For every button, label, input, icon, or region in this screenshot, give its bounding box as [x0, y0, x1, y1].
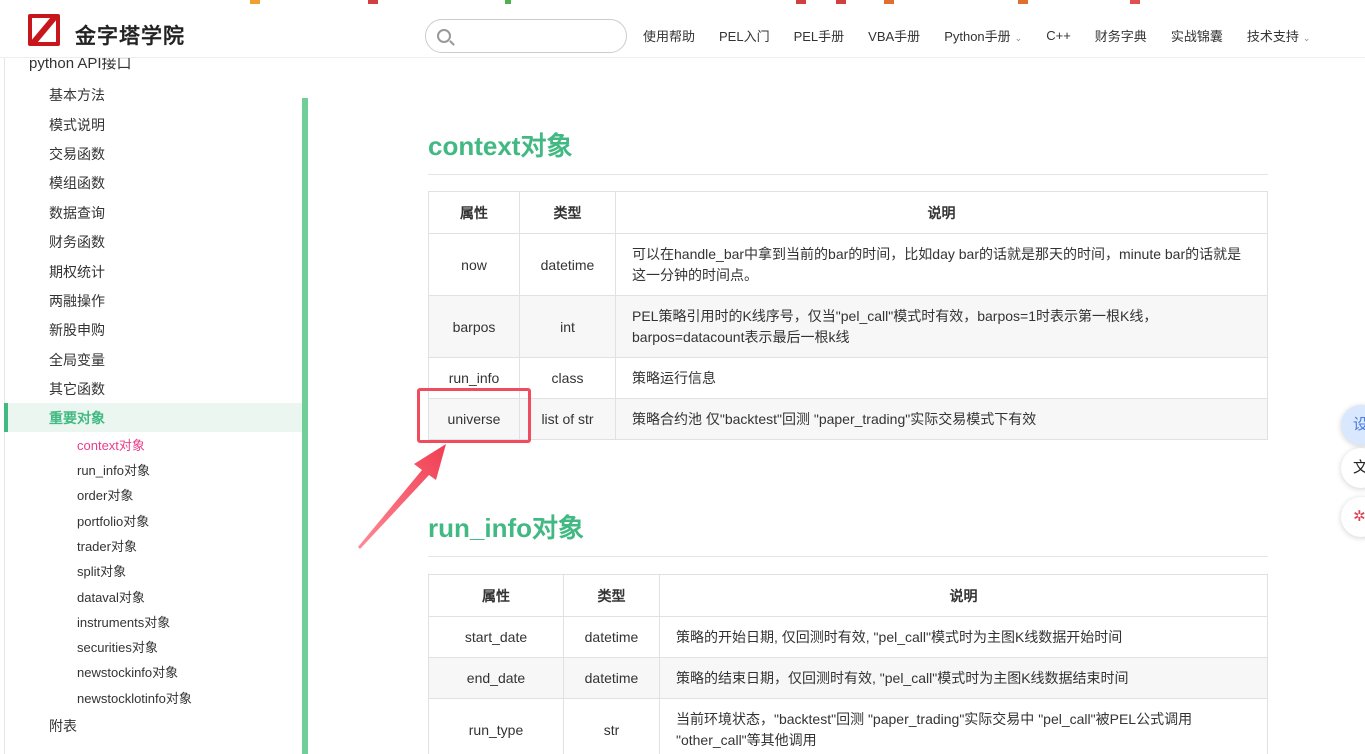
cell-type: datetime [563, 616, 660, 658]
table-header: 属性 [428, 191, 520, 234]
table-row: start_date datetime 策略的开始日期, 仅回测时有效, "pe… [428, 616, 1268, 658]
chevron-down-icon: ⌄ [1014, 32, 1023, 43]
cell-type: class [519, 357, 616, 399]
cell-desc: 策略运行信息 [615, 357, 1268, 399]
table-row: barpos int PEL策略引用时的K线序号，仅当"pel_call"模式时… [428, 295, 1268, 358]
sidebar-subitem-context[interactable]: context对象 [77, 437, 145, 455]
nav-item-python-manual[interactable]: Python手册 ⌄ [932, 26, 1034, 45]
top-header: 金字塔学院 使用帮助 PEL入门 PEL手册 VBA手册 Python手册 ⌄ C… [0, 6, 1365, 58]
cell-type: int [519, 295, 616, 358]
cell-type: list of str [519, 398, 616, 440]
cell-attr: barpos [428, 295, 520, 358]
sidebar-item[interactable]: 交易函数 [49, 144, 105, 164]
nav-item-tips[interactable]: 实战锦囊 [1159, 26, 1235, 45]
divider [428, 174, 1268, 175]
nav-item-cpp[interactable]: C++ [1034, 28, 1083, 43]
sidebar-item[interactable]: 期权统计 [49, 262, 105, 282]
sidebar-subitem[interactable]: securities对象 [77, 639, 158, 657]
table-header: 说明 [659, 574, 1268, 617]
table-row: end_date datetime 策略的结束日期，仅回测时有效, "pel_c… [428, 657, 1268, 699]
sidebar-subitem[interactable]: trader对象 [77, 538, 137, 556]
context-table: 属性 类型 说明 now datetime 可以在handle_bar中拿到当前… [428, 191, 1268, 440]
cell-desc: 策略合约池 仅"backtest"回测 "paper_trading"实际交易模… [615, 398, 1268, 440]
cell-type: datetime [519, 233, 616, 296]
share-icon: ✲ [1353, 508, 1365, 525]
nav-item-finance-dict[interactable]: 财务字典 [1083, 26, 1159, 45]
cell-attr: start_date [428, 616, 564, 658]
cell-type: datetime [563, 657, 660, 699]
sidebar-subitem[interactable]: split对象 [77, 563, 126, 581]
nav-item-vba-manual[interactable]: VBA手册 [856, 26, 932, 45]
table-row: run_info class 策略运行信息 [428, 357, 1268, 399]
cell-attr: now [428, 233, 520, 296]
section-title-context: context对象 [428, 131, 573, 161]
search-input[interactable] [460, 26, 620, 46]
cell-type: str [563, 698, 660, 754]
section-title-run-info: run_info对象 [428, 513, 584, 543]
highlight-box [417, 388, 531, 443]
search-box[interactable] [425, 19, 627, 53]
run-info-table: 属性 类型 说明 start_date datetime 策略的开始日期, 仅回… [428, 574, 1268, 754]
sidebar-subitem[interactable]: instruments对象 [77, 614, 170, 632]
table-header: 属性 [428, 574, 564, 617]
sidebar-item-important-objects[interactable]: 重要对象 [49, 408, 105, 428]
sidebar-item[interactable]: 基本方法 [49, 85, 105, 105]
cell-desc: PEL策略引用时的K线序号，仅当"pel_call"模式时有效，barpos=1… [615, 295, 1268, 358]
cell-attr: end_date [428, 657, 564, 699]
sidebar-item[interactable]: 数据查询 [49, 203, 105, 223]
sidebar-item[interactable]: 模组函数 [49, 173, 105, 193]
sidebar-subitem[interactable]: portfolio对象 [77, 513, 149, 531]
sidebar-subitem[interactable]: newstockinfo对象 [77, 664, 178, 682]
sidebar-item[interactable]: 财务函数 [49, 232, 105, 252]
sidebar-item[interactable]: 模式说明 [49, 115, 105, 135]
sidebar-subitem[interactable]: run_info对象 [77, 462, 150, 480]
table-row: run_type str 当前环境状态，"backtest"回测 "paper_… [428, 698, 1268, 754]
sidebar-subitem[interactable]: order对象 [77, 487, 133, 505]
sidebar: python API接口 基本方法 模式说明 交易函数 模组函数 数据查询 财务… [0, 58, 308, 754]
search-icon [437, 29, 451, 43]
table-row: now datetime 可以在handle_bar中拿到当前的bar的时间，比… [428, 233, 1268, 296]
sidebar-subitem[interactable]: newstocklotinfo对象 [77, 690, 192, 708]
table-header: 说明 [615, 191, 1268, 234]
site-title[interactable]: 金字塔学院 [75, 20, 185, 50]
cell-desc: 策略的结束日期，仅回测时有效, "pel_call"模式时为主图K线数据结束时间 [659, 657, 1268, 699]
nav-item-help[interactable]: 使用帮助 [631, 26, 707, 45]
table-row: universe list of str 策略合约池 仅"backtest"回测… [428, 398, 1268, 440]
cell-desc: 策略的开始日期, 仅回测时有效, "pel_call"模式时为主图K线数据开始时… [659, 616, 1268, 658]
divider [428, 556, 1268, 557]
cell-attr: run_type [428, 698, 564, 754]
sidebar-item[interactable]: 新股申购 [49, 320, 105, 340]
sidebar-item[interactable]: 其它函数 [49, 379, 105, 399]
sidebar-item[interactable]: 两融操作 [49, 291, 105, 311]
cell-desc: 当前环境状态，"backtest"回测 "paper_trading"实际交易中… [659, 698, 1268, 754]
top-nav: 使用帮助 PEL入门 PEL手册 VBA手册 Python手册 ⌄ C++ 财务字… [631, 6, 1322, 64]
cell-desc: 可以在handle_bar中拿到当前的bar的时间，比如day bar的话就是那… [615, 233, 1268, 296]
nav-item-pel-intro[interactable]: PEL入门 [707, 26, 782, 45]
site-logo-icon[interactable] [28, 14, 60, 46]
sidebar-item-appendix[interactable]: 附表 [49, 716, 77, 736]
nav-item-pel-manual[interactable]: PEL手册 [782, 26, 857, 45]
table-header: 类型 [519, 191, 616, 234]
sidebar-subitem[interactable]: dataval对象 [77, 589, 145, 607]
sidebar-section-title[interactable]: python API接口 [29, 58, 132, 73]
chevron-down-icon: ⌄ [1302, 32, 1311, 43]
sidebar-item[interactable]: 全局变量 [49, 350, 105, 370]
table-header: 类型 [563, 574, 660, 617]
nav-item-support[interactable]: 技术支持 ⌄ [1235, 26, 1323, 45]
sidebar-scrollbar[interactable] [302, 98, 308, 754]
